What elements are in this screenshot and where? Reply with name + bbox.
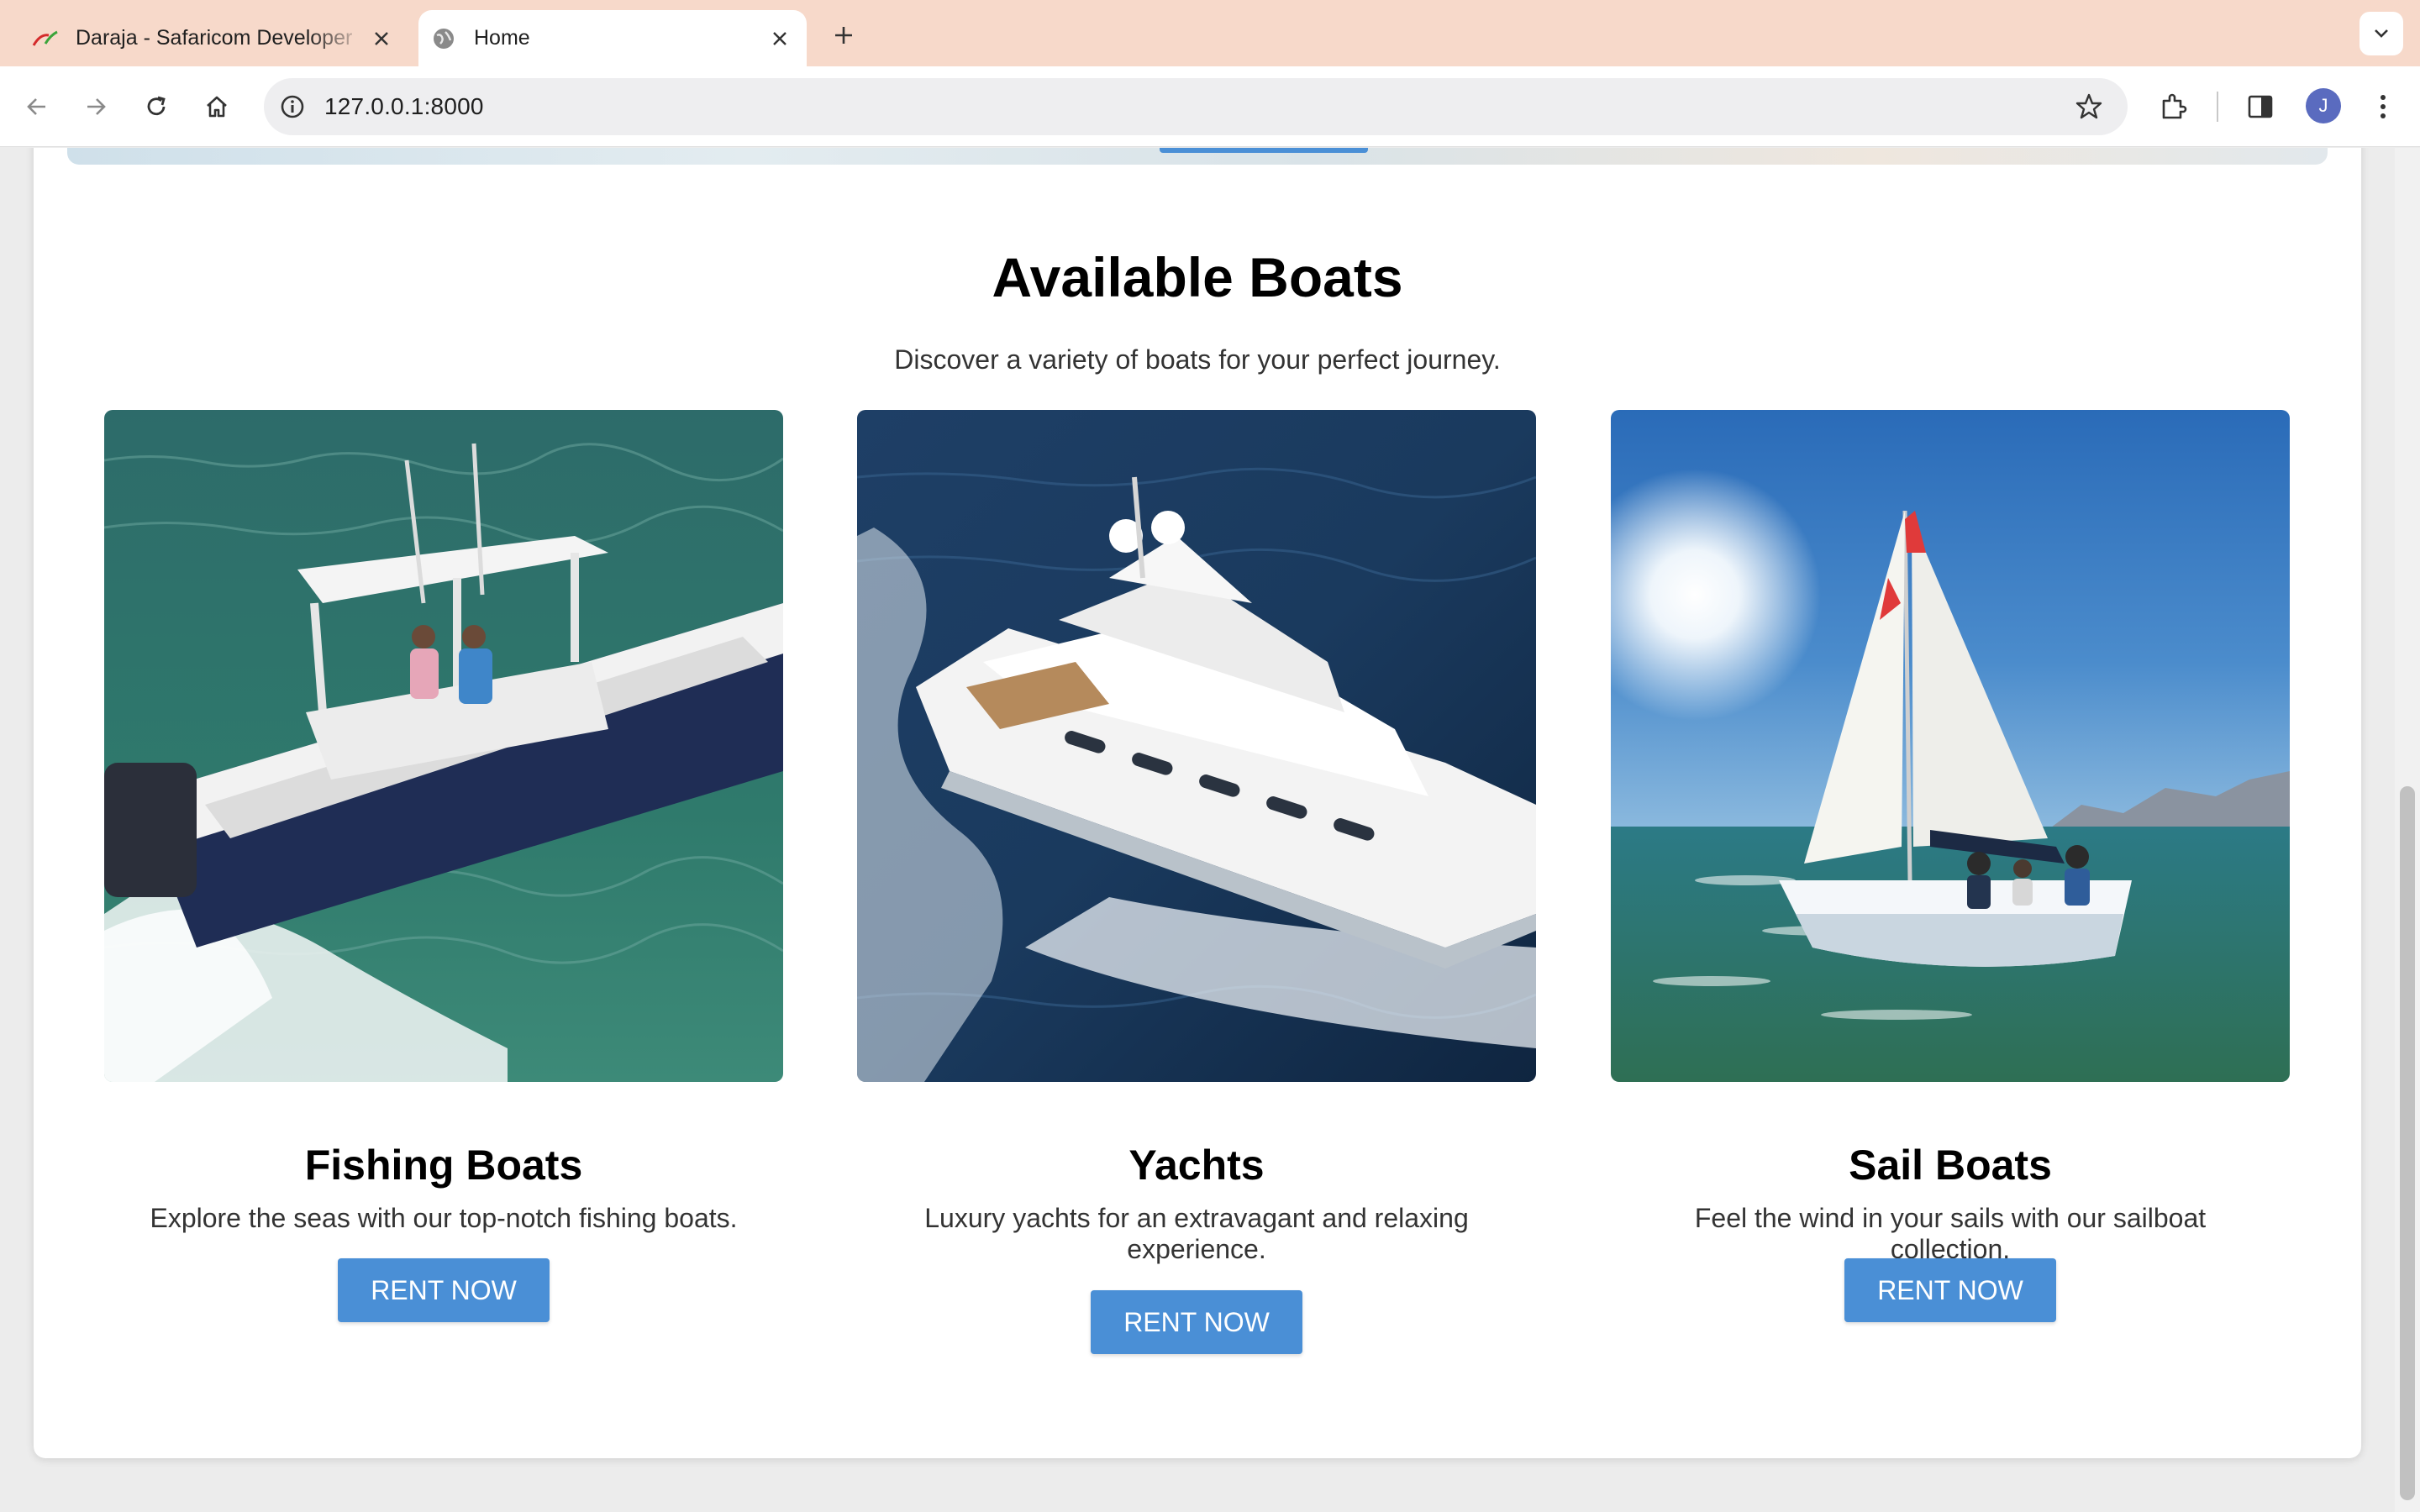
boat-name: Yachts: [1128, 1142, 1265, 1189]
close-icon[interactable]: [765, 24, 795, 54]
boat-name: Sail Boats: [1849, 1142, 2052, 1189]
side-panel-icon[interactable]: [2240, 87, 2281, 127]
boat-description: Luxury yachts for an extravagant and rel…: [924, 1203, 1469, 1264]
hero-button-edge[interactable]: [1160, 148, 1368, 153]
tab-title: Home: [474, 26, 530, 50]
avatar[interactable]: J: [2306, 88, 2341, 123]
plus-icon[interactable]: [827, 18, 860, 52]
boat-card-fishing: Fishing Boats Explore the seas with our …: [104, 410, 783, 1322]
yacht-image: [857, 410, 1536, 1082]
back-icon[interactable]: [17, 87, 57, 127]
tab-strip: Daraja - Safaricom Developer Home: [0, 0, 2420, 66]
star-icon[interactable]: [2072, 90, 2106, 123]
boat-description: Explore the seas with our top-notch fish…: [150, 1203, 738, 1233]
toolbar-divider: [2217, 92, 2218, 122]
boat-name: Fishing Boats: [304, 1142, 583, 1189]
address-bar[interactable]: 127.0.0.1:8000: [264, 78, 2128, 135]
rent-now-button[interactable]: RENT NOW: [1091, 1290, 1302, 1354]
tab-title: Daraja - Safaricom Developer: [76, 26, 353, 50]
boat-card-yachts: Yachts Luxury yachts for an extravagant …: [857, 410, 1536, 1354]
section-subtitle: Discover a variety of boats for your per…: [894, 344, 1501, 375]
sailboat-image: [1611, 410, 2290, 1082]
chevron-down-icon[interactable]: [2360, 12, 2403, 55]
safaricom-favicon: [32, 25, 59, 52]
globe-icon: [430, 25, 457, 52]
kebab-menu-icon[interactable]: [2363, 87, 2403, 127]
boat-card-sailboats: Sail Boats Feel the wind in your sails w…: [1611, 410, 2290, 1322]
reload-icon[interactable]: [136, 87, 176, 127]
browser-toolbar: 127.0.0.1:8000 J: [0, 66, 2420, 147]
forward-icon[interactable]: [76, 87, 116, 127]
hero-banner-bottom: [67, 148, 2328, 165]
close-icon[interactable]: [366, 24, 397, 54]
rent-now-button[interactable]: RENT NOW: [1844, 1258, 2056, 1322]
scrollbar-thumb[interactable]: [2400, 786, 2415, 1500]
tab-home[interactable]: Home: [418, 10, 807, 66]
extensions-icon[interactable]: [2153, 87, 2193, 127]
home-icon[interactable]: [197, 87, 237, 127]
url-text: 127.0.0.1:8000: [324, 93, 484, 119]
rent-now-button[interactable]: RENT NOW: [338, 1258, 550, 1322]
scrollbar[interactable]: [2395, 148, 2420, 1512]
page-viewport: Available Boats Discover a variety of bo…: [0, 148, 2420, 1512]
tab-daraja[interactable]: Daraja - Safaricom Developer: [20, 10, 408, 66]
section-title: Available Boats: [992, 246, 1403, 308]
fishing-boat-image: [104, 410, 783, 1082]
info-icon[interactable]: [276, 90, 309, 123]
boat-description: Feel the wind in your sails with our sai…: [1694, 1203, 2207, 1264]
